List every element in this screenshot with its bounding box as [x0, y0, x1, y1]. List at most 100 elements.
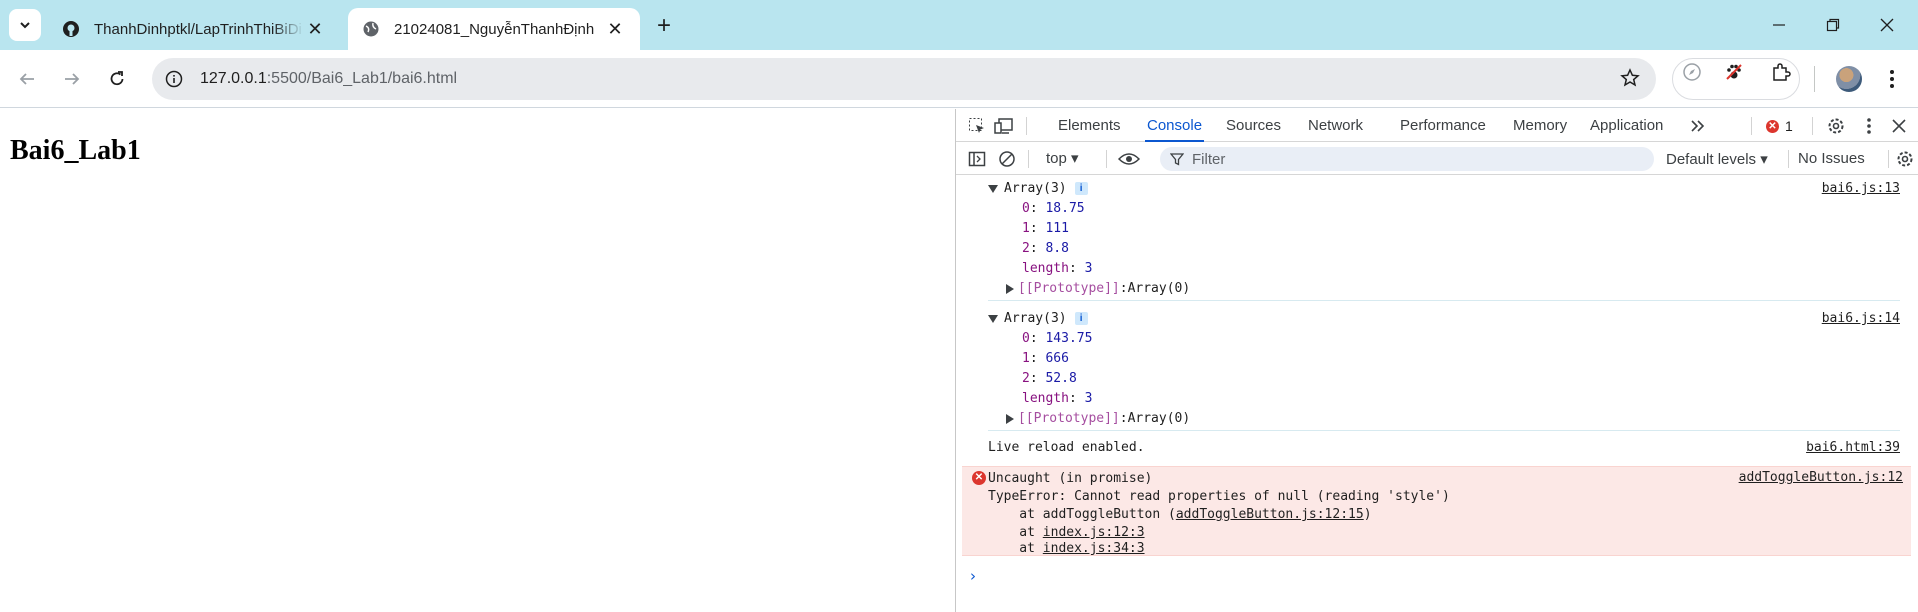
devtools-settings-icon[interactable]: [1825, 115, 1847, 137]
arrow-right-icon: [65, 73, 80, 85]
source-link[interactable]: addToggleButton.js:12: [1739, 470, 1903, 485]
source-link[interactable]: bai6.js:14: [1822, 311, 1900, 326]
kebab-menu-icon: [1890, 70, 1894, 88]
console-message: Array(3) i bai6.js:14 0: 143.75 1: 666 2…: [988, 311, 1900, 431]
console-message: Array(3) i bai6.js:13 0: 18.75 1: 111 2:…: [988, 181, 1900, 301]
devtools-menu-icon[interactable]: [1858, 115, 1880, 137]
reload-button[interactable]: [100, 62, 134, 96]
source-link[interactable]: bai6.js:13: [1822, 181, 1900, 196]
console-output: Array(3) i bai6.js:13 0: 18.75 1: 111 2:…: [956, 175, 1918, 612]
device-toolbar-icon[interactable]: [993, 115, 1015, 137]
tab-title: 21024081_NguyễnThanhĐịnh: [394, 20, 595, 38]
console-log-message: Live reload enabled. bai6.html:39: [988, 440, 1900, 462]
clear-console-icon[interactable]: [996, 148, 1018, 170]
profile-avatar[interactable]: [1836, 66, 1862, 92]
stack-link[interactable]: index.js:34:3: [1043, 541, 1145, 556]
stack-frame: at index.js:34:3: [988, 541, 1145, 556]
url-host: 127.0.0.1: [200, 70, 267, 87]
tab-strip: ThanhDinhptkl/LapTrinhThiBiDi ✕ 21024081…: [0, 0, 1918, 50]
divider: [1026, 117, 1027, 135]
github-icon: [63, 21, 79, 37]
live-expression-eye-icon[interactable]: [1118, 148, 1140, 170]
array-property: 2: 52.8: [1022, 371, 1077, 386]
url-text: 127.0.0.1:5500/Bai6_Lab1/bai6.html: [200, 70, 457, 88]
restore-button[interactable]: [1808, 8, 1858, 42]
close-window-button[interactable]: [1862, 8, 1912, 42]
prototype-row[interactable]: [[Prototype]]: Array(0): [1006, 281, 1190, 296]
log-levels-dropdown[interactable]: Default levels ▾: [1666, 150, 1768, 168]
console-prompt[interactable]: ›: [970, 567, 976, 585]
reload-icon: [110, 71, 124, 86]
browser-menu-button[interactable]: [1882, 66, 1902, 92]
filter-placeholder: Filter: [1192, 150, 1226, 168]
source-link[interactable]: bai6.html:39: [1806, 440, 1900, 455]
error-counter[interactable]: ✕ 1: [1766, 118, 1793, 134]
array-toggle[interactable]: Array(3) i: [988, 181, 1088, 196]
paw-extension-icon[interactable]: [1723, 61, 1745, 83]
array-property: 1: 666: [1022, 351, 1069, 366]
chevron-down-icon: [20, 22, 30, 29]
divider: [1106, 150, 1107, 168]
tab-title: ThanhDinhptkl/LapTrinhThiBiDi: [94, 20, 302, 38]
new-tab-button[interactable]: +: [650, 12, 678, 40]
tab-elements[interactable]: Elements: [1056, 109, 1123, 142]
inspect-element-icon[interactable]: [966, 115, 988, 137]
toolbar-divider: [1814, 66, 1815, 92]
back-button[interactable]: [10, 62, 44, 96]
stack-link[interactable]: index.js:12:3: [1043, 525, 1145, 540]
browser-tab-github[interactable]: ThanhDinhptkl/LapTrinhThiBiDi ✕: [48, 8, 340, 50]
expand-triangle-icon: [988, 184, 998, 193]
close-icon[interactable]: ✕: [604, 18, 626, 40]
arrow-left-icon: [19, 73, 34, 85]
array-property: 2: 8.8: [1022, 241, 1069, 256]
extensions-puzzle-icon[interactable]: [1770, 61, 1792, 83]
divider: [1812, 117, 1813, 135]
filter-icon: [1170, 153, 1184, 166]
more-tabs-chevron-icon[interactable]: [1687, 115, 1709, 137]
divider: [1788, 150, 1789, 168]
prototype-row[interactable]: [[Prototype]]: Array(0): [1006, 411, 1190, 426]
divider: [1751, 117, 1752, 135]
array-property: 0: 143.75: [1022, 331, 1093, 346]
tab-sources[interactable]: Sources: [1224, 109, 1283, 142]
error-icon: ✕: [972, 471, 986, 485]
console-filter-input[interactable]: Filter: [1160, 147, 1654, 171]
console-settings-icon[interactable]: [1894, 148, 1916, 170]
info-icon[interactable]: i: [1074, 182, 1088, 195]
array-header: Array(3): [1004, 181, 1067, 196]
tab-memory[interactable]: Memory: [1511, 109, 1569, 142]
info-icon[interactable]: i: [1074, 312, 1088, 325]
console-toolbar: top ▾ Filter Default levels ▾ No Issues: [956, 142, 1918, 175]
array-property: 1: 111: [1022, 221, 1069, 236]
browser-tab-active[interactable]: 21024081_NguyễnThanhĐịnh ✕: [348, 8, 640, 50]
minimize-button[interactable]: [1754, 8, 1804, 42]
close-icon[interactable]: ✕: [304, 18, 326, 40]
expand-triangle-icon: [988, 314, 998, 323]
url-path: :5500/Bai6_Lab1/bai6.html: [266, 70, 458, 87]
close-devtools-icon[interactable]: [1888, 115, 1910, 137]
array-header: Array(3): [1004, 311, 1067, 326]
tab-console[interactable]: Console: [1145, 109, 1205, 142]
site-info-button[interactable]: [158, 63, 190, 95]
address-bar[interactable]: 127.0.0.1:5500/Bai6_Lab1/bai6.html: [152, 58, 1656, 100]
error-message: TypeError: Cannot read properties of nul…: [988, 489, 1450, 504]
tab-network[interactable]: Network: [1306, 109, 1365, 142]
array-property: length: 3: [1022, 391, 1093, 406]
error-title: Uncaught (in promise): [988, 471, 1153, 486]
devtools-tab-bar: Elements Console Sources Network Perform…: [956, 109, 1918, 142]
tab-application[interactable]: Application: [1588, 109, 1665, 142]
array-toggle[interactable]: Array(3) i: [988, 311, 1088, 326]
tab-performance[interactable]: Performance: [1398, 109, 1488, 142]
globe-icon: [363, 21, 379, 37]
sidebar-toggle-icon[interactable]: [966, 148, 988, 170]
expand-triangle-icon: [1006, 413, 1014, 424]
bookmark-star-icon[interactable]: [1620, 68, 1640, 88]
forward-button[interactable]: [55, 62, 89, 96]
stack-link[interactable]: addToggleButton.js:12:15: [1176, 507, 1364, 522]
info-icon: [165, 70, 183, 88]
restore-icon: [1826, 18, 1840, 32]
tab-search-button[interactable]: [9, 9, 41, 41]
issues-button[interactable]: No Issues: [1798, 150, 1865, 167]
compass-extension-icon[interactable]: [1681, 61, 1703, 83]
context-selector[interactable]: top ▾: [1046, 149, 1079, 167]
